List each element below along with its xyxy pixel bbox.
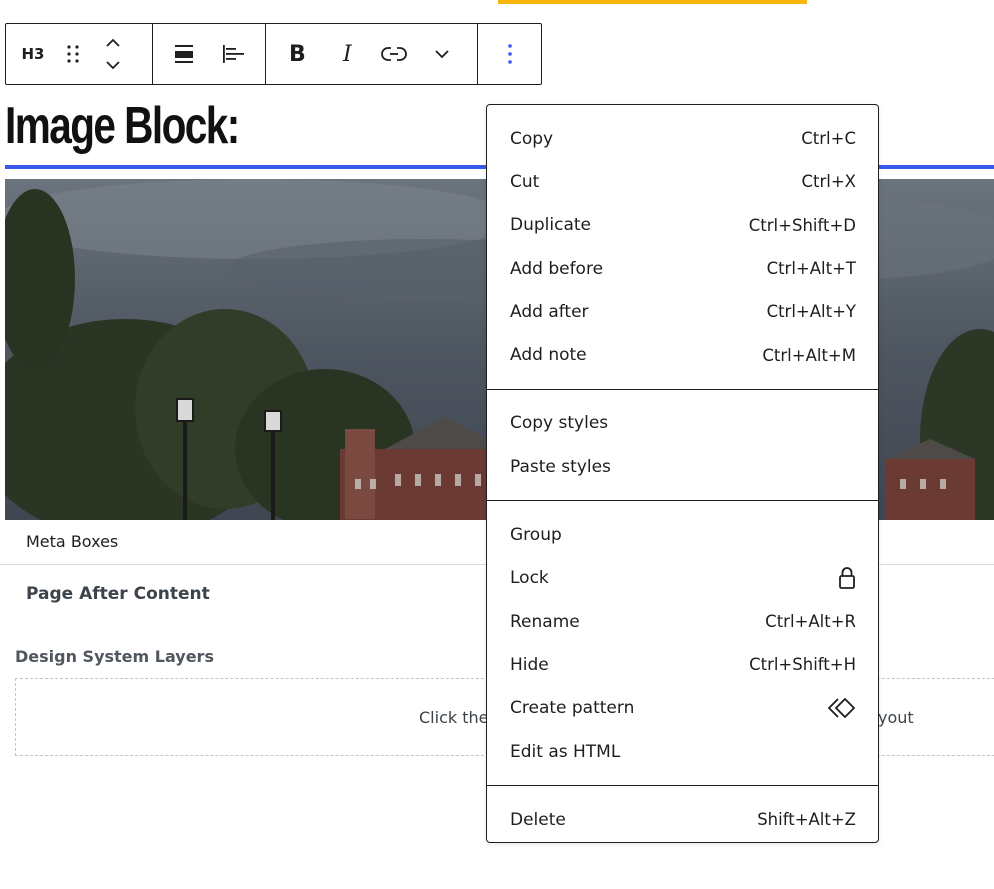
- menu-group: Copy Ctrl+C Cut Ctrl+X Duplicate Ctrl+Shift+D…: [487, 105, 878, 390]
- menu-item-duplicate[interactable]: Duplicate Ctrl+Shift+D: [487, 204, 878, 247]
- menu-item-lock[interactable]: Lock: [487, 557, 878, 600]
- link-icon[interactable]: [366, 24, 422, 84]
- toolbar-group-align: [153, 24, 267, 84]
- menu-item-create-pattern[interactable]: Create pattern: [487, 687, 878, 730]
- menu-item-label: Copy: [510, 128, 554, 149]
- layers-hint-right: yout: [878, 708, 914, 727]
- menu-item-label: Edit as HTML: [510, 741, 621, 762]
- menu-item-hide[interactable]: Hide Ctrl+Shift+H: [487, 643, 878, 686]
- menu-item-label: Rename: [510, 611, 580, 632]
- menu-item-shortcut: Ctrl+Alt+M: [762, 345, 856, 365]
- menu-item-copy-styles[interactable]: Copy styles: [487, 402, 878, 445]
- menu-item-shortcut: Ctrl+Shift+H: [749, 655, 856, 675]
- menu-item-label: Copy styles: [510, 413, 609, 434]
- block-toolbar: H3 B I: [5, 23, 542, 85]
- menu-item-label: Hide: [510, 654, 549, 675]
- menu-item-paste-styles[interactable]: Paste styles: [487, 445, 878, 488]
- more-options-icon[interactable]: [478, 24, 541, 84]
- menu-item-cut[interactable]: Cut Ctrl+X: [487, 160, 878, 203]
- menu-item-label: Paste styles: [510, 456, 611, 477]
- menu-item-delete[interactable]: Delete Shift+Alt+Z: [487, 798, 878, 841]
- highlight-strip: [498, 0, 807, 4]
- layers-hint-left: Click the: [419, 708, 489, 727]
- menu-item-add-after[interactable]: Add after Ctrl+Alt+Y: [487, 290, 878, 333]
- chevron-down-icon[interactable]: [422, 24, 462, 84]
- lock-icon: [838, 566, 856, 590]
- menu-item-copy[interactable]: Copy Ctrl+C: [487, 117, 878, 160]
- align-wide-icon[interactable]: [153, 24, 215, 84]
- menu-item-shortcut: Ctrl+Shift+D: [748, 215, 856, 235]
- heading-level-button[interactable]: H3: [6, 24, 60, 84]
- menu-item-group[interactable]: Group: [487, 513, 878, 556]
- symbol-icon: [828, 697, 856, 719]
- menu-item-label: Add before: [510, 258, 604, 279]
- menu-item-label: Add after: [510, 301, 589, 322]
- italic-icon[interactable]: I: [328, 24, 366, 84]
- page-heading[interactable]: Image Block:: [5, 96, 240, 156]
- toolbar-group-block: H3: [6, 24, 154, 84]
- block-options-menu: Copy Ctrl+C Cut Ctrl+X Duplicate Ctrl+Shift+D…: [486, 104, 879, 843]
- menu-item-shortcut: Shift+Alt+Z: [757, 810, 856, 830]
- menu-item-add-before[interactable]: Add before Ctrl+Alt+T: [487, 247, 878, 290]
- menu-group: Delete Shift+Alt+Z: [487, 786, 878, 853]
- menu-item-label: Duplicate: [510, 215, 591, 236]
- menu-item-add-note[interactable]: Add note Ctrl+Alt+M: [487, 333, 878, 376]
- toolbar-group-format: B I: [266, 24, 478, 84]
- move-up-down-icon[interactable]: [86, 24, 140, 84]
- drag-handle-icon[interactable]: [60, 24, 86, 84]
- design-system-layers-title: Design System Layers: [15, 647, 214, 666]
- menu-item-shortcut: Ctrl+C: [801, 129, 856, 149]
- menu-item-shortcut: Ctrl+X: [801, 172, 857, 192]
- align-text-left-icon[interactable]: [215, 24, 253, 84]
- meta-boxes-title: Meta Boxes: [26, 532, 119, 551]
- menu-item-label: Add note: [510, 345, 587, 366]
- menu-item-label: Cut: [510, 171, 540, 192]
- menu-group: Copy styles Paste styles: [487, 390, 878, 502]
- heading-level-label: H3: [21, 45, 45, 63]
- menu-item-shortcut: Ctrl+Alt+T: [766, 259, 856, 279]
- page-after-content-toggle[interactable]: Page After Content: [26, 584, 210, 604]
- bold-icon[interactable]: B: [266, 24, 328, 84]
- toolbar-group-options: [478, 24, 541, 84]
- menu-item-shortcut: Ctrl+Alt+R: [765, 612, 856, 632]
- menu-item-rename[interactable]: Rename Ctrl+Alt+R: [487, 600, 878, 643]
- menu-item-label: Lock: [510, 568, 549, 589]
- menu-item-label: Group: [510, 525, 562, 546]
- menu-group: Group Lock Rename Ctrl+Alt+R Hide Ctrl+Shift+…: [487, 501, 878, 787]
- menu-item-shortcut: Ctrl+Alt+Y: [766, 302, 856, 322]
- menu-item-label: Delete: [510, 809, 566, 830]
- menu-item-label: Create pattern: [510, 698, 635, 719]
- menu-item-edit-as-html[interactable]: Edit as HTML: [487, 730, 878, 773]
